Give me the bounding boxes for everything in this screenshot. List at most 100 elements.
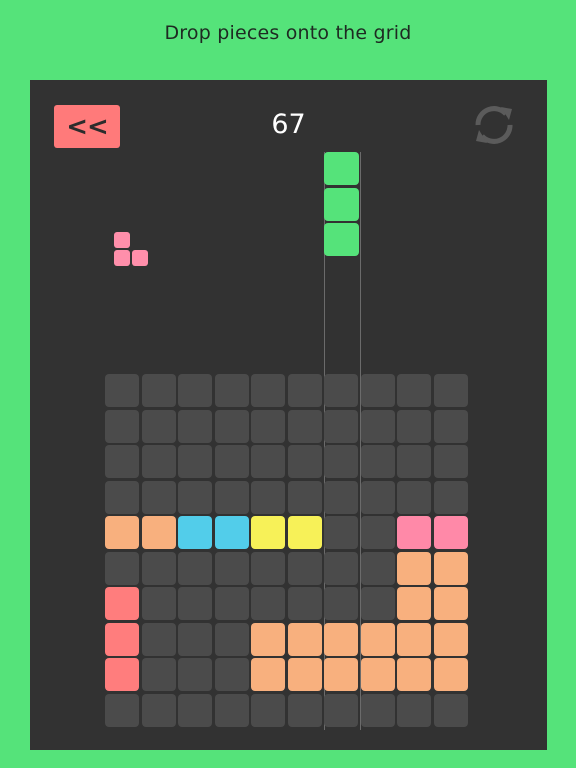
empty-cell [360, 445, 395, 478]
empty-cell [287, 551, 322, 585]
empty-cell [397, 693, 431, 727]
filled-cell [105, 516, 139, 549]
filled-cell [251, 658, 285, 691]
filled-cell [287, 658, 322, 691]
filled-cell [433, 516, 468, 549]
filled-cell [360, 658, 395, 691]
filled-cell [397, 516, 431, 549]
filled-cell [251, 622, 285, 656]
empty-cell [141, 409, 176, 443]
empty-cell [178, 693, 212, 727]
empty-cell [251, 480, 285, 514]
empty-cell [178, 374, 212, 407]
empty-cell [360, 409, 395, 443]
empty-cell [433, 374, 468, 407]
empty-cell [178, 445, 212, 478]
filled-cell [433, 622, 468, 656]
filled-cell [397, 622, 431, 656]
empty-cell [214, 587, 249, 620]
empty-cell [360, 551, 395, 585]
empty-cell [141, 587, 176, 620]
empty-cell [141, 658, 176, 691]
empty-cell [433, 480, 468, 514]
filled-cell [397, 658, 431, 691]
empty-cell [324, 409, 358, 443]
empty-cell [214, 409, 249, 443]
filled-cell [360, 622, 395, 656]
empty-cell [141, 374, 176, 407]
filled-cell [324, 658, 358, 691]
empty-cell [178, 587, 212, 620]
empty-cell [178, 658, 212, 691]
empty-cell [214, 445, 249, 478]
empty-cell [287, 587, 322, 620]
empty-cell [251, 374, 285, 407]
empty-cell [360, 693, 395, 727]
empty-cell [397, 409, 431, 443]
empty-cell [214, 693, 249, 727]
empty-cell [105, 551, 139, 585]
filled-cell [433, 587, 468, 620]
empty-cell [105, 409, 139, 443]
game-board: << 67 [30, 80, 547, 750]
empty-cell [324, 480, 358, 514]
empty-cell [397, 480, 431, 514]
empty-cell [178, 551, 212, 585]
empty-cell [397, 445, 431, 478]
empty-cell [360, 587, 395, 620]
empty-cell [214, 658, 249, 691]
empty-cell [178, 622, 212, 656]
empty-cell [141, 622, 176, 656]
filled-cell [433, 658, 468, 691]
empty-cell [324, 516, 358, 549]
falling-piece-block [324, 223, 359, 256]
empty-cell [287, 409, 322, 443]
filled-cell [324, 622, 358, 656]
filled-cell [251, 516, 285, 549]
filled-cell [105, 622, 139, 656]
empty-cell [105, 374, 139, 407]
empty-cell [324, 587, 358, 620]
empty-cell [251, 409, 285, 443]
empty-cell [324, 551, 358, 585]
empty-cell [360, 374, 395, 407]
preview-piece-block [132, 250, 148, 266]
empty-cell [141, 480, 176, 514]
empty-cell [214, 551, 249, 585]
filled-cell [178, 516, 212, 549]
refresh-icon[interactable] [468, 99, 520, 151]
filled-cell [397, 587, 431, 620]
empty-cell [324, 374, 358, 407]
empty-cell [141, 445, 176, 478]
empty-cell [141, 551, 176, 585]
empty-cell [433, 693, 468, 727]
empty-cell [214, 374, 249, 407]
empty-cell [214, 480, 249, 514]
falling-piece-block [324, 152, 359, 185]
empty-cell [324, 445, 358, 478]
empty-cell [251, 693, 285, 727]
empty-cell [287, 693, 322, 727]
empty-cell [251, 551, 285, 585]
empty-cell [324, 693, 358, 727]
filled-cell [287, 622, 322, 656]
empty-cell [178, 409, 212, 443]
empty-cell [178, 480, 212, 514]
empty-cell [433, 409, 468, 443]
empty-cell [141, 693, 176, 727]
filled-cell [105, 587, 139, 620]
empty-cell [105, 693, 139, 727]
filled-cell [141, 516, 176, 549]
filled-cell [214, 516, 249, 549]
empty-cell [214, 622, 249, 656]
preview-piece-block [114, 250, 130, 266]
empty-cell [105, 480, 139, 514]
empty-cell [360, 480, 395, 514]
empty-cell [251, 587, 285, 620]
empty-cell [287, 374, 322, 407]
empty-cell [433, 445, 468, 478]
empty-cell [287, 445, 322, 478]
filled-cell [433, 551, 468, 585]
empty-cell [105, 445, 139, 478]
filled-cell [287, 516, 322, 549]
